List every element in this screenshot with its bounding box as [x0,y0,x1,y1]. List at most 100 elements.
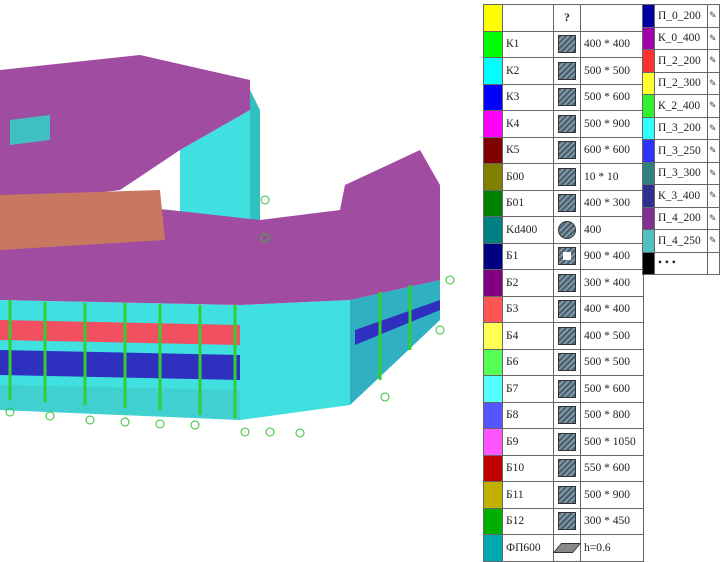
legend-row: Б01 400 * 300 [483,189,644,217]
roof-structure [10,115,50,145]
color-swatch [483,4,503,32]
section-name [502,4,554,32]
legend-row: П_0_200 ✎ [642,4,720,28]
section-size: 10 * 10 [580,163,644,191]
color-swatch [642,184,655,208]
rect-section-icon [558,406,576,425]
color-swatch [483,295,503,323]
color-swatch [642,4,655,28]
section-name: Б8 [502,401,554,429]
slab-icon [552,542,582,553]
section-name: К3 [502,83,554,111]
legend-row: Kd400 400 [483,216,644,244]
color-swatch [483,242,503,270]
color-swatch [483,269,503,297]
color-swatch [642,251,655,275]
rect-section-icon [558,459,576,478]
section-size: 500 * 500 [580,348,644,376]
legend-table-sections: ? К1 400 * 400 К2 500 * 500 К3 500 * 600 К4 500 … [483,4,644,562]
rect-section-icon [558,432,576,451]
slab-name: П_2_300 [653,71,708,95]
color-swatch [483,348,503,376]
edit-icon[interactable]: ✎ [706,116,720,140]
edit-icon[interactable]: ✎ [706,206,720,230]
slab-name: К_3_400 [653,184,708,208]
section-size: 500 * 900 [580,110,644,138]
color-swatch [483,507,503,535]
legend-row: Б7 500 * 600 [483,375,644,403]
section-name: Б12 [502,507,554,535]
section-size: h=0.6 [580,534,644,562]
edit-icon[interactable]: ✎ [706,161,720,185]
3d-building-model[interactable] [0,0,480,480]
color-swatch [483,30,503,58]
legend-row: К_0_400 ✎ [642,26,720,50]
rect-section-icon [558,273,576,292]
edit-icon[interactable]: ✎ [706,49,720,73]
color-swatch [483,136,503,164]
legend-row: К_3_400 ✎ [642,184,720,208]
section-size: 900 * 400 [580,242,644,270]
roof-grid-area [0,190,165,250]
section-name: Б4 [502,322,554,350]
slab-name: П_0_200 [653,4,708,28]
question-icon: ? [564,11,570,24]
color-swatch [642,161,655,185]
rect-section-icon [558,35,576,54]
legend-row: Б10 550 * 600 [483,454,644,482]
section-name: К5 [502,136,554,164]
rect-section-icon [558,61,576,80]
legend-row: Б6 500 * 500 [483,348,644,376]
color-swatch [483,454,503,482]
color-swatch [483,110,503,138]
section-size: 300 * 400 [580,269,644,297]
legend-row: П_3_300 ✎ [642,161,720,185]
edit-icon[interactable]: ✎ [706,139,720,163]
rect-section-icon [558,353,576,372]
section-size: 500 * 600 [580,83,644,111]
section-name: Б11 [502,481,554,509]
color-swatch [642,116,655,140]
edit-icon[interactable] [706,251,720,275]
slab-name: П_3_300 [653,161,708,185]
section-size: 400 [580,216,644,244]
legend-row: К1 400 * 400 [483,30,644,58]
slab-name: К_2_400 [653,94,708,118]
edit-icon[interactable]: ✎ [706,71,720,95]
edit-icon[interactable]: ✎ [706,184,720,208]
section-size: 600 * 600 [580,136,644,164]
rect-section-icon [558,114,576,133]
edit-icon[interactable]: ✎ [706,26,720,50]
section-name: Б2 [502,269,554,297]
section-name: Б7 [502,375,554,403]
edit-icon[interactable]: ✎ [706,94,720,118]
legend-row: Б9 500 * 1050 [483,428,644,456]
section-size: 400 * 400 [580,30,644,58]
color-swatch [483,375,503,403]
section-size: 400 * 400 [580,295,644,323]
color-swatch [642,139,655,163]
legend-row: К4 500 * 900 [483,110,644,138]
section-name: Б1 [502,242,554,270]
section-name: К4 [502,110,554,138]
color-swatch [642,206,655,230]
legend-row: Б00 10 * 10 [483,163,644,191]
slab-name: К_0_400 [653,26,708,50]
rect-section-icon [558,194,576,213]
edit-icon[interactable]: ✎ [706,4,720,28]
section-size: 550 * 600 [580,454,644,482]
edit-icon[interactable]: ✎ [706,229,720,253]
legend-row: Б12 300 * 450 [483,507,644,535]
color-swatch [642,94,655,118]
section-size [580,4,644,32]
color-swatch [483,481,503,509]
legend-row: К3 500 * 600 [483,83,644,111]
legend-row: Б2 300 * 400 [483,269,644,297]
section-name: ФП600 [502,534,554,562]
slab-name: П_2_200 [653,49,708,73]
color-swatch [642,71,655,95]
color-swatch [483,428,503,456]
rect-section-icon [558,88,576,107]
circle-section-icon [558,220,576,239]
slab-blue-level [0,350,240,380]
